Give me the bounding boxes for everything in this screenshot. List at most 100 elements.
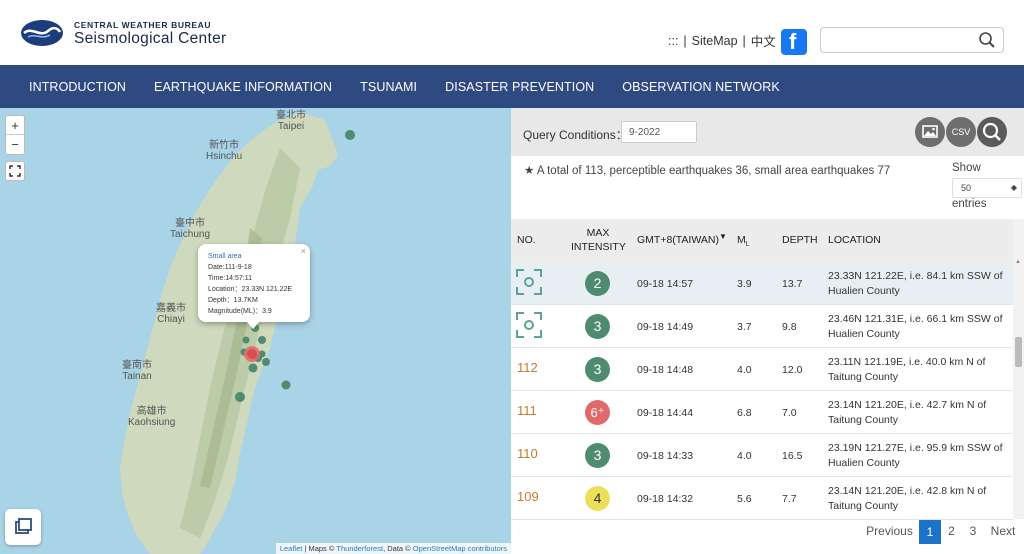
scroll-up-icon[interactable]: ▲	[1015, 259, 1021, 265]
entries-label: entries	[952, 198, 987, 210]
map-city-taipei: 臺北市 Taipei	[276, 110, 306, 132]
table-row[interactable]: 3 09-18 14:49 3.7 9.8 23.46N 121.31E, i.…	[511, 305, 1013, 348]
map-zoom-control: + −	[5, 115, 25, 155]
query-bar: Query Conditions： 9-2022 CSV	[511, 108, 1024, 156]
query-month-input[interactable]: 9-2022	[621, 121, 697, 143]
search-input[interactable]	[820, 27, 1004, 53]
row-number-link[interactable]: 111	[517, 403, 537, 418]
table-header: NO. MAX INTENSITY GMT+8(TAIWAN)▼ ML DEPTH…	[511, 219, 1013, 262]
nav-earthquake-information[interactable]: EARTHQUAKE INFORMATION	[154, 80, 332, 94]
image-icon	[922, 125, 938, 138]
pager-next[interactable]: Next	[984, 520, 1022, 544]
table-row[interactable]: 111 6⁺ 09-18 14:44 6.8 7.0 23.14N 121.20…	[511, 391, 1013, 434]
entries-select[interactable]: 50 ◆	[952, 178, 1022, 198]
sitemap-link[interactable]: SiteMap	[692, 34, 738, 48]
table-row[interactable]: 2 09-18 14:57 3.9 13.7 23.33N 121.22E, i…	[511, 262, 1013, 305]
search-icon[interactable]	[978, 31, 996, 49]
pager-page-2[interactable]: 2	[941, 520, 962, 544]
locate-target-icon[interactable]	[515, 311, 543, 339]
row-location: 23.19N 121.27E, i.e. 95.9 km SSW of Hual…	[828, 442, 1003, 469]
row-depth: 7.0	[782, 407, 797, 419]
intensity-badge: 2	[585, 271, 610, 296]
row-location: 23.14N 121.20E, i.e. 42.7 km N of Taitun…	[828, 399, 987, 426]
intensity-badge: 3	[585, 357, 610, 382]
map-city-chiayi: 嘉義市 Chiayi	[156, 303, 186, 325]
row-number-link[interactable]: 110	[517, 446, 538, 461]
map-city-hsinchu: 新竹市 Hsinchu	[206, 140, 243, 162]
fullscreen-icon	[9, 165, 21, 177]
nav-observation-network[interactable]: OBSERVATION NETWORK	[622, 80, 779, 94]
col-no[interactable]: NO.	[517, 234, 536, 246]
row-depth: 16.5	[782, 450, 803, 462]
col-ml[interactable]: ML	[737, 234, 750, 248]
nav-tsunami[interactable]: TSUNAMI	[360, 80, 417, 94]
query-search-button[interactable]	[977, 117, 1007, 147]
table-row[interactable]: 112 3 09-18 14:48 4.0 12.0 23.11N 121.19…	[511, 348, 1013, 391]
image-export-button[interactable]	[915, 117, 945, 147]
nav-introduction[interactable]: INTRODUCTION	[29, 80, 126, 94]
popup-location: Location：23.33N 121.22E	[208, 286, 293, 293]
col-location[interactable]: LOCATION	[828, 234, 881, 246]
col-max-intensity[interactable]: MAX INTENSITY	[571, 226, 626, 254]
row-depth: 9.8	[782, 321, 797, 333]
intensity-badge: 3	[585, 443, 610, 468]
fullscreen-button[interactable]	[5, 161, 25, 181]
zoom-out-button[interactable]: −	[6, 135, 24, 154]
locate-target-icon[interactable]	[515, 268, 543, 296]
row-location: 23.46N 121.31E, i.e. 66.1 km SSW of Hual…	[828, 313, 1003, 340]
csv-export-button[interactable]: CSV	[946, 117, 976, 147]
layers-button[interactable]	[5, 509, 41, 545]
search-icon	[982, 122, 1001, 141]
table-row[interactable]: 110 3 09-18 14:33 4.0 16.5 23.19N 121.27…	[511, 434, 1013, 477]
osm-link[interactable]: OpenStreetMap contributors	[413, 544, 507, 553]
layers-icon	[15, 518, 32, 534]
table-scrollbar[interactable]: ▲	[1013, 219, 1024, 519]
popup-close-button[interactable]: ×	[301, 246, 306, 257]
intensity-badge: 4	[585, 486, 610, 511]
cwb-logo-icon[interactable]	[20, 18, 64, 48]
row-location: 23.14N 121.20E, i.e. 42.8 km N of Taitun…	[828, 485, 987, 512]
query-label: Query Conditions：	[523, 128, 628, 142]
row-time: 09-18 14:33	[637, 450, 694, 462]
nav-disaster-prevention[interactable]: DISASTER PREVENTION	[445, 80, 594, 94]
row-number-link[interactable]: 109	[517, 489, 539, 504]
show-label: Show	[952, 162, 981, 174]
table-row[interactable]: 109 4 09-18 14:32 5.6 7.7 23.14N 121.20E…	[511, 477, 1013, 520]
row-time: 09-18 14:49	[637, 321, 694, 333]
site-header: CENTRAL WEATHER BUREAU Seismological Cen…	[0, 0, 1024, 65]
row-time: 09-18 14:44	[637, 407, 694, 419]
popup-magnitude: Magnitude(ML)：3.9	[208, 308, 272, 315]
summary-text: ★ A total of 113, perceptible earthquake…	[524, 165, 891, 177]
row-number-link[interactable]: 112	[517, 360, 538, 375]
scroll-thumb[interactable]	[1015, 337, 1022, 367]
row-location: 23.33N 121.22E, i.e. 84.1 km SSW of Hual…	[828, 270, 1003, 297]
row-time: 09-18 14:57	[637, 278, 694, 290]
star-icon: ★	[524, 165, 537, 177]
popup-date: Date:111-9-18	[208, 264, 252, 271]
facebook-icon[interactable]: f	[781, 29, 807, 55]
thunderforest-link[interactable]: Thunderforest	[336, 544, 383, 553]
chinese-link[interactable]: 中文	[751, 31, 776, 50]
pager-previous[interactable]: Previous	[860, 520, 919, 544]
taiwan-land-shape	[120, 112, 355, 554]
top-links: ::: | SiteMap | 中文 |	[668, 31, 784, 50]
link-separator: |	[683, 33, 687, 48]
brand-title[interactable]: Seismological Center	[74, 30, 226, 48]
col-time[interactable]: GMT+8(TAIWAN)▼	[637, 232, 727, 246]
sort-desc-icon: ▼	[718, 232, 727, 241]
map-city-kaohsiung: 高雄市 Kaohsiung	[128, 406, 176, 428]
pager-page-3[interactable]: 3	[962, 520, 984, 544]
zoom-in-button[interactable]: +	[6, 116, 24, 135]
row-ml: 5.6	[737, 493, 752, 505]
earthquake-map[interactable]: 臺北市 Taipei 新竹市 Hsinchu 臺中市 Taichung 嘉義市 Chia…	[0, 108, 511, 554]
popup-tip	[246, 321, 260, 329]
accesskey-link[interactable]: :::	[668, 34, 678, 48]
pager-page-1[interactable]: 1	[919, 520, 941, 544]
map-city-taichung: 臺中市 Taichung	[170, 218, 211, 240]
popup-time: Time:14:57:11	[208, 275, 252, 282]
leaflet-link[interactable]: Leaflet	[280, 544, 303, 553]
popup-title: Small area	[208, 253, 242, 260]
map-city-tainan: 臺南市 Tainan	[122, 360, 152, 382]
map-popup: × Small area Date:111-9-18 Time:14:57:11…	[198, 244, 310, 322]
col-depth[interactable]: DEPTH	[782, 234, 818, 246]
